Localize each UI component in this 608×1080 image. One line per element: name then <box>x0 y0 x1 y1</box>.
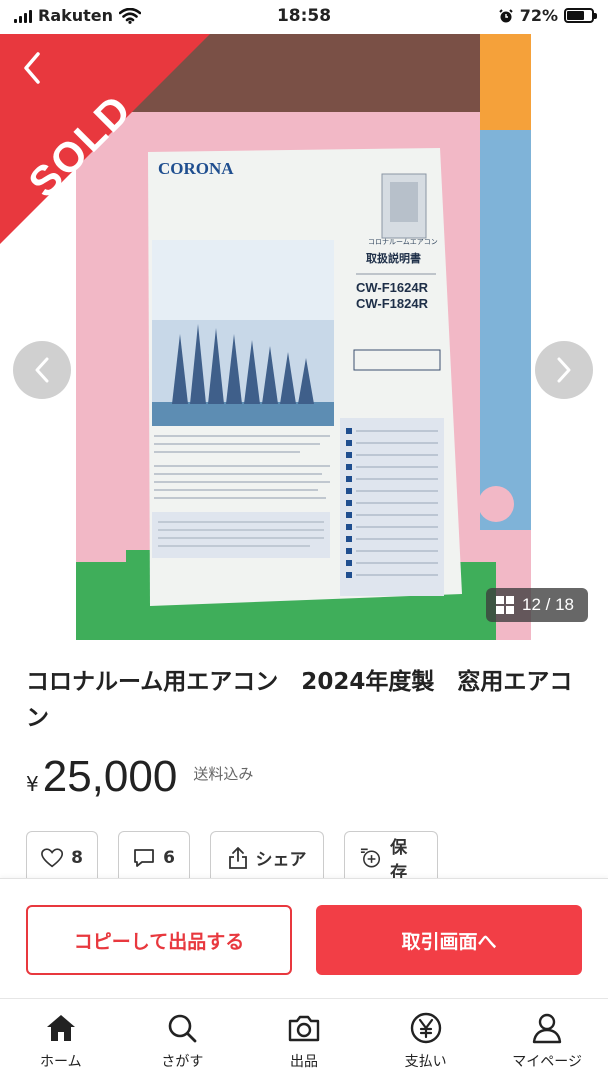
tab-sell[interactable]: 出品 <box>243 999 365 1080</box>
manual-subtitle: コロナルームエアコン <box>368 238 438 246</box>
item-price: 25,000 <box>42 752 178 801</box>
search-icon <box>165 1011 199 1045</box>
bottom-action-bar: コピーして出品する 取引画面へ <box>0 878 608 998</box>
save-list-icon <box>360 848 381 867</box>
tab-bar: ホーム さがす 出品 支払い マイページ <box>0 998 608 1080</box>
share-label: シェア <box>255 850 307 870</box>
battery-percent: 72% <box>519 6 558 25</box>
item-title: コロナルーム用エアコン 2024年度製 窓用エアコン <box>26 669 573 731</box>
like-button[interactable]: 8 <box>26 831 98 883</box>
manual-model-2: CW-F1824R <box>356 296 429 311</box>
tab-home[interactable]: ホーム <box>0 999 122 1080</box>
home-icon <box>44 1011 78 1045</box>
tab-label-sell: 出品 <box>289 1054 318 1070</box>
tab-label-search: さがす <box>161 1054 204 1070</box>
like-count: 8 <box>71 847 83 868</box>
tab-label-home: ホーム <box>40 1054 82 1070</box>
tab-label-mypage: マイページ <box>512 1054 583 1070</box>
currency-symbol: ¥ <box>26 772 39 796</box>
comment-count: 6 <box>163 847 175 868</box>
grid-icon <box>496 596 514 614</box>
status-right: 72% <box>498 6 597 25</box>
photo-image: CORONA コロナルームエアコン 取扱説明書 CW-F1624R CW-F18… <box>0 34 608 640</box>
photo-counter[interactable]: 12 / 18 <box>486 588 588 622</box>
next-photo-button[interactable] <box>535 341 593 399</box>
back-button[interactable] <box>14 46 52 90</box>
copy-listing-button[interactable]: コピーして出品する <box>26 905 292 975</box>
chevron-left-icon <box>35 357 49 383</box>
person-icon <box>530 1011 564 1045</box>
comment-button[interactable]: 6 <box>118 831 190 883</box>
tab-label-payment: 支払い <box>404 1054 447 1070</box>
previous-photo-button[interactable] <box>13 341 71 399</box>
heart-icon <box>41 847 64 867</box>
battery-icon <box>564 8 597 23</box>
tab-search[interactable]: さがす <box>122 999 244 1080</box>
manual-doc-title: 取扱説明書 <box>366 251 421 265</box>
save-label: 保存 <box>390 837 408 883</box>
trade-screen-button[interactable]: 取引画面へ <box>316 905 582 975</box>
comment-icon <box>134 848 154 867</box>
action-chips: 8 6 シェア 保存 <box>26 831 438 883</box>
alarm-icon <box>498 8 513 22</box>
share-icon <box>228 846 247 869</box>
share-button[interactable]: シェア <box>210 831 324 883</box>
shipping-info: 送料込み <box>193 765 254 783</box>
manual-model-1: CW-F1624R <box>356 280 429 295</box>
chevron-right-icon <box>557 357 571 383</box>
manual-brand: CORONA <box>158 159 234 178</box>
yen-icon <box>409 1011 443 1045</box>
status-bar: Rakuten 18:58 72% <box>0 0 608 34</box>
item-photo[interactable]: CORONA コロナルームエアコン 取扱説明書 CW-F1624R CW-F18… <box>0 34 608 640</box>
price-row: ¥ 25,000 送料込み <box>26 752 253 802</box>
photo-counter-text: 12 / 18 <box>522 595 574 614</box>
camera-icon <box>287 1011 321 1045</box>
tab-payment[interactable]: 支払い <box>365 999 487 1080</box>
save-button[interactable]: 保存 <box>344 831 438 883</box>
tab-mypage[interactable]: マイページ <box>486 999 608 1080</box>
chevron-left-icon <box>24 52 40 84</box>
